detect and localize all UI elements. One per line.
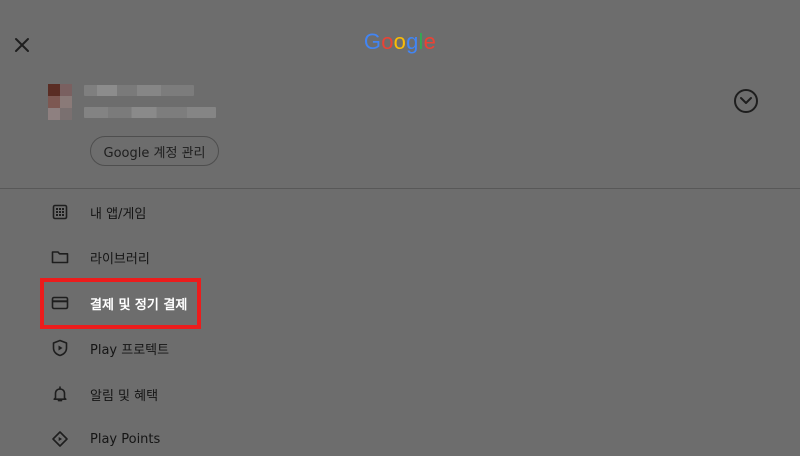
diamond-icon xyxy=(50,429,70,449)
menu-item-label: 내 앱/게임 xyxy=(90,206,147,222)
logo-letter: e xyxy=(423,29,437,54)
avatar[interactable] xyxy=(48,84,72,120)
menu-item-label: 알림 및 혜택 xyxy=(90,388,159,404)
menu-item-my-apps[interactable]: 내 앱/게임 xyxy=(44,195,444,229)
menu-item-library[interactable]: 라이브러리 xyxy=(44,240,444,274)
chevron-down-icon[interactable] xyxy=(734,89,758,113)
menu-item-play-protect[interactable]: Play 프로텍트 xyxy=(44,331,444,365)
menu-item-label: Play 프로텍트 xyxy=(90,342,170,358)
divider xyxy=(0,188,800,189)
google-logo: Google xyxy=(0,29,800,55)
menu-item-play-points[interactable]: Play Points xyxy=(44,422,444,456)
folder-icon xyxy=(50,247,70,267)
blurred-account-name xyxy=(84,85,194,96)
manage-account-button[interactable]: Google 계정 관리 xyxy=(90,136,219,166)
shield-icon xyxy=(50,338,70,358)
logo-letter: o xyxy=(393,29,407,54)
apps-grid-icon xyxy=(50,202,70,222)
blurred-account-email xyxy=(84,107,216,118)
logo-letter: o xyxy=(381,29,394,54)
menu-item-notifications-offers[interactable]: 알림 및 혜택 xyxy=(44,377,444,411)
menu-item-label: Play Points xyxy=(90,431,161,447)
bell-icon xyxy=(50,384,70,404)
menu-item-label: 라이브러리 xyxy=(90,251,150,267)
logo-letter: G xyxy=(363,29,382,54)
highlight-box xyxy=(40,278,201,329)
logo-letter: g xyxy=(406,29,419,54)
